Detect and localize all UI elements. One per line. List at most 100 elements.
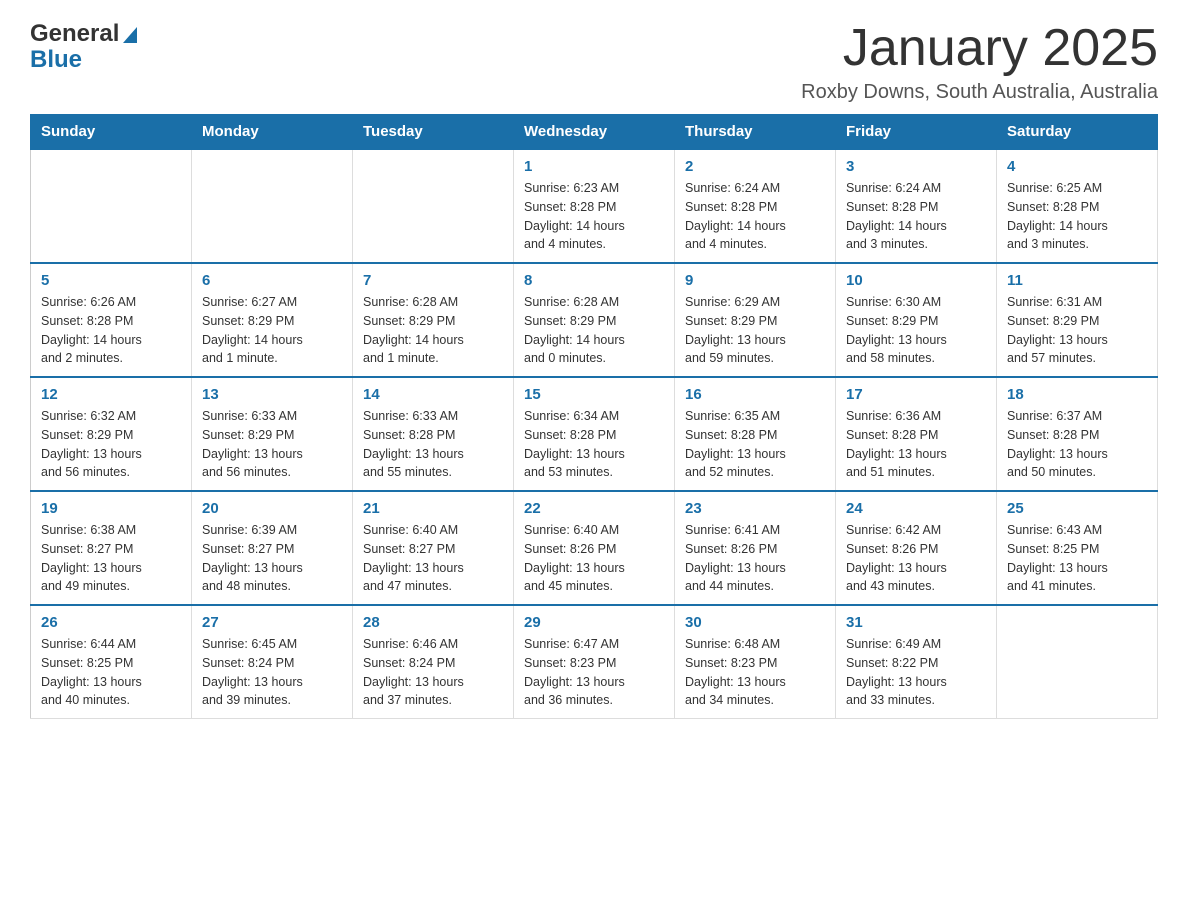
header-tuesday: Tuesday <box>353 115 514 150</box>
calendar-cell: 24Sunrise: 6:42 AM Sunset: 8:26 PM Dayli… <box>836 491 997 605</box>
logo: General Blue <box>30 20 137 74</box>
day-number: 18 <box>1007 386 1147 403</box>
calendar-cell: 31Sunrise: 6:49 AM Sunset: 8:22 PM Dayli… <box>836 605 997 719</box>
calendar-cell: 7Sunrise: 6:28 AM Sunset: 8:29 PM Daylig… <box>353 263 514 377</box>
calendar-cell: 29 Sunrise: 6:47 AM Sunset: 8:23 PM Dayli… <box>514 605 675 719</box>
days-of-week-row: Sunday Monday Tuesday Wednesday Thursday… <box>31 115 1158 150</box>
day-number: 19 <box>41 500 181 517</box>
page-header: General Blue January 2025 Roxby Downs, S… <box>30 20 1158 104</box>
day-info: Sunrise: 6:40 AM Sunset: 8:26 PM Dayligh… <box>524 521 664 596</box>
day-info: Sunrise: 6:24 AM Sunset: 8:28 PM Dayligh… <box>846 179 986 254</box>
calendar-cell <box>31 149 192 263</box>
day-number: 10 <box>846 272 986 289</box>
day-info: Sunrise: 6:37 AM Sunset: 8:28 PM Dayligh… <box>1007 407 1147 482</box>
day-info: Sunrise: 6:40 AM Sunset: 8:27 PM Dayligh… <box>363 521 503 596</box>
day-info: Sunrise: 6:42 AM Sunset: 8:26 PM Dayligh… <box>846 521 986 596</box>
day-info: Sunrise: 6:43 AM Sunset: 8:25 PM Dayligh… <box>1007 521 1147 596</box>
day-number: 11 <box>1007 272 1147 289</box>
calendar-cell: 23 Sunrise: 6:41 AM Sunset: 8:26 PM Dayli… <box>675 491 836 605</box>
calendar-cell: 25 Sunrise: 6:43 AM Sunset: 8:25 PM Dayli… <box>997 491 1158 605</box>
calendar-cell: 6 Sunrise: 6:27 AM Sunset: 8:29 PM Daylig… <box>192 263 353 377</box>
day-info: Sunrise: 6:48 AM Sunset: 8:23 PM Dayligh… <box>685 635 825 710</box>
day-info: Sunrise: 6:39 AM Sunset: 8:27 PM Dayligh… <box>202 521 342 596</box>
calendar-cell: 17Sunrise: 6:36 AM Sunset: 8:28 PM Dayli… <box>836 377 997 491</box>
calendar-cell: 15Sunrise: 6:34 AM Sunset: 8:28 PM Dayli… <box>514 377 675 491</box>
calendar-cell: 20Sunrise: 6:39 AM Sunset: 8:27 PM Dayli… <box>192 491 353 605</box>
day-number: 25 <box>1007 500 1147 517</box>
header-sunday: Sunday <box>31 115 192 150</box>
day-info: Sunrise: 6:41 AM Sunset: 8:26 PM Dayligh… <box>685 521 825 596</box>
logo-blue-text: Blue <box>30 46 82 73</box>
day-info: Sunrise: 6:27 AM Sunset: 8:29 PM Dayligh… <box>202 293 342 368</box>
day-info: Sunrise: 6:49 AM Sunset: 8:22 PM Dayligh… <box>846 635 986 710</box>
logo-triangle-icon <box>121 25 137 43</box>
day-info: Sunrise: 6:23 AM Sunset: 8:28 PM Dayligh… <box>524 179 664 254</box>
header-saturday: Saturday <box>997 115 1158 150</box>
day-number: 1 <box>524 158 664 175</box>
day-number: 16 <box>685 386 825 403</box>
day-info: Sunrise: 6:45 AM Sunset: 8:24 PM Dayligh… <box>202 635 342 710</box>
calendar-cell: 13 Sunrise: 6:33 AM Sunset: 8:29 PM Dayli… <box>192 377 353 491</box>
header-friday: Friday <box>836 115 997 150</box>
day-info: Sunrise: 6:44 AM Sunset: 8:25 PM Dayligh… <box>41 635 181 710</box>
calendar-week-5: 26 Sunrise: 6:44 AM Sunset: 8:25 PM Dayli… <box>31 605 1158 719</box>
calendar-cell: 2 Sunrise: 6:24 AM Sunset: 8:28 PM Daylig… <box>675 149 836 263</box>
day-number: 17 <box>846 386 986 403</box>
day-number: 30 <box>685 614 825 631</box>
day-number: 7 <box>363 272 503 289</box>
calendar-cell: 5Sunrise: 6:26 AM Sunset: 8:28 PM Daylig… <box>31 263 192 377</box>
day-number: 14 <box>363 386 503 403</box>
page-title: January 2025 <box>801 20 1158 77</box>
day-info: Sunrise: 6:46 AM Sunset: 8:24 PM Dayligh… <box>363 635 503 710</box>
calendar-cell <box>353 149 514 263</box>
calendar-week-2: 5Sunrise: 6:26 AM Sunset: 8:28 PM Daylig… <box>31 263 1158 377</box>
calendar-cell: 14 Sunrise: 6:33 AM Sunset: 8:28 PM Dayli… <box>353 377 514 491</box>
day-info: Sunrise: 6:32 AM Sunset: 8:29 PM Dayligh… <box>41 407 181 482</box>
calendar-cell: 11 Sunrise: 6:31 AM Sunset: 8:29 PM Dayli… <box>997 263 1158 377</box>
day-number: 8 <box>524 272 664 289</box>
calendar-week-1: 1 Sunrise: 6:23 AM Sunset: 8:28 PM Daylig… <box>31 149 1158 263</box>
calendar-cell: 26 Sunrise: 6:44 AM Sunset: 8:25 PM Dayli… <box>31 605 192 719</box>
day-info: Sunrise: 6:33 AM Sunset: 8:29 PM Dayligh… <box>202 407 342 482</box>
calendar-cell: 12 Sunrise: 6:32 AM Sunset: 8:29 PM Dayli… <box>31 377 192 491</box>
header-thursday: Thursday <box>675 115 836 150</box>
day-info: Sunrise: 6:24 AM Sunset: 8:28 PM Dayligh… <box>685 179 825 254</box>
calendar-cell: 3 Sunrise: 6:24 AM Sunset: 8:28 PM Daylig… <box>836 149 997 263</box>
calendar-header: Sunday Monday Tuesday Wednesday Thursday… <box>31 115 1158 150</box>
calendar-week-4: 19 Sunrise: 6:38 AM Sunset: 8:27 PM Dayli… <box>31 491 1158 605</box>
calendar-cell: 9 Sunrise: 6:29 AM Sunset: 8:29 PM Daylig… <box>675 263 836 377</box>
calendar-cell: 4 Sunrise: 6:25 AM Sunset: 8:28 PM Daylig… <box>997 149 1158 263</box>
day-info: Sunrise: 6:29 AM Sunset: 8:29 PM Dayligh… <box>685 293 825 368</box>
day-number: 3 <box>846 158 986 175</box>
day-number: 26 <box>41 614 181 631</box>
day-number: 6 <box>202 272 342 289</box>
day-info: Sunrise: 6:38 AM Sunset: 8:27 PM Dayligh… <box>41 521 181 596</box>
calendar-cell: 8 Sunrise: 6:28 AM Sunset: 8:29 PM Daylig… <box>514 263 675 377</box>
page-subtitle: Roxby Downs, South Australia, Australia <box>801 81 1158 104</box>
day-info: Sunrise: 6:33 AM Sunset: 8:28 PM Dayligh… <box>363 407 503 482</box>
day-info: Sunrise: 6:25 AM Sunset: 8:28 PM Dayligh… <box>1007 179 1147 254</box>
day-info: Sunrise: 6:47 AM Sunset: 8:23 PM Dayligh… <box>524 635 664 710</box>
day-number: 2 <box>685 158 825 175</box>
day-info: Sunrise: 6:30 AM Sunset: 8:29 PM Dayligh… <box>846 293 986 368</box>
calendar-cell: 27 Sunrise: 6:45 AM Sunset: 8:24 PM Dayli… <box>192 605 353 719</box>
calendar-cell: 21 Sunrise: 6:40 AM Sunset: 8:27 PM Dayli… <box>353 491 514 605</box>
day-number: 23 <box>685 500 825 517</box>
calendar-cell: 19 Sunrise: 6:38 AM Sunset: 8:27 PM Dayli… <box>31 491 192 605</box>
day-number: 21 <box>363 500 503 517</box>
calendar-cell: 16 Sunrise: 6:35 AM Sunset: 8:28 PM Dayli… <box>675 377 836 491</box>
day-info: Sunrise: 6:28 AM Sunset: 8:29 PM Dayligh… <box>524 293 664 368</box>
day-number: 5 <box>41 272 181 289</box>
day-number: 13 <box>202 386 342 403</box>
day-info: Sunrise: 6:35 AM Sunset: 8:28 PM Dayligh… <box>685 407 825 482</box>
day-number: 12 <box>41 386 181 403</box>
title-area: January 2025 Roxby Downs, South Australi… <box>801 20 1158 104</box>
day-number: 4 <box>1007 158 1147 175</box>
day-number: 29 <box>524 614 664 631</box>
day-number: 27 <box>202 614 342 631</box>
calendar-cell: 28Sunrise: 6:46 AM Sunset: 8:24 PM Dayli… <box>353 605 514 719</box>
day-number: 9 <box>685 272 825 289</box>
day-info: Sunrise: 6:31 AM Sunset: 8:29 PM Dayligh… <box>1007 293 1147 368</box>
calendar-week-3: 12 Sunrise: 6:32 AM Sunset: 8:29 PM Dayli… <box>31 377 1158 491</box>
calendar-cell: 10 Sunrise: 6:30 AM Sunset: 8:29 PM Dayli… <box>836 263 997 377</box>
